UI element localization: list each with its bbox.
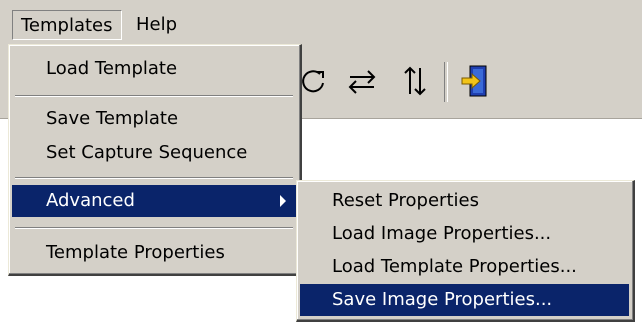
swap-vertical-icon[interactable]: [398, 64, 432, 98]
templates-menu: Load Template Save Template Set Capture …: [8, 44, 302, 276]
menu-item-load-image-properties[interactable]: Load Image Properties...: [300, 218, 629, 250]
swap-horizontal-icon[interactable]: [344, 64, 380, 98]
menu-item-save-template[interactable]: Save Template: [12, 103, 296, 135]
menu-separator: [15, 177, 293, 179]
menu-help[interactable]: Help: [128, 10, 185, 40]
menu-item-save-image-properties[interactable]: Save Image Properties...: [300, 284, 629, 316]
menu-item-reset-properties[interactable]: Reset Properties: [300, 185, 629, 217]
menu-item-advanced[interactable]: Advanced: [12, 185, 296, 217]
exit-door-icon[interactable]: [460, 64, 492, 100]
menu-item-advanced-label: Advanced: [46, 190, 135, 211]
advanced-submenu: Reset Properties Load Image Properties..…: [296, 180, 635, 322]
toolbar-separator: [444, 62, 448, 102]
menu-separator: [15, 227, 293, 229]
menu-bar: Templates Help: [0, 0, 642, 45]
menu-separator: [15, 95, 293, 97]
menu-item-load-template[interactable]: Load Template: [12, 53, 296, 85]
menu-item-load-template-properties[interactable]: Load Template Properties...: [300, 251, 629, 283]
menu-item-set-capture-sequence[interactable]: Set Capture Sequence: [12, 137, 296, 169]
submenu-arrow-icon: [280, 195, 286, 207]
menu-item-template-properties[interactable]: Template Properties: [12, 237, 296, 269]
menu-templates[interactable]: Templates: [12, 10, 122, 40]
